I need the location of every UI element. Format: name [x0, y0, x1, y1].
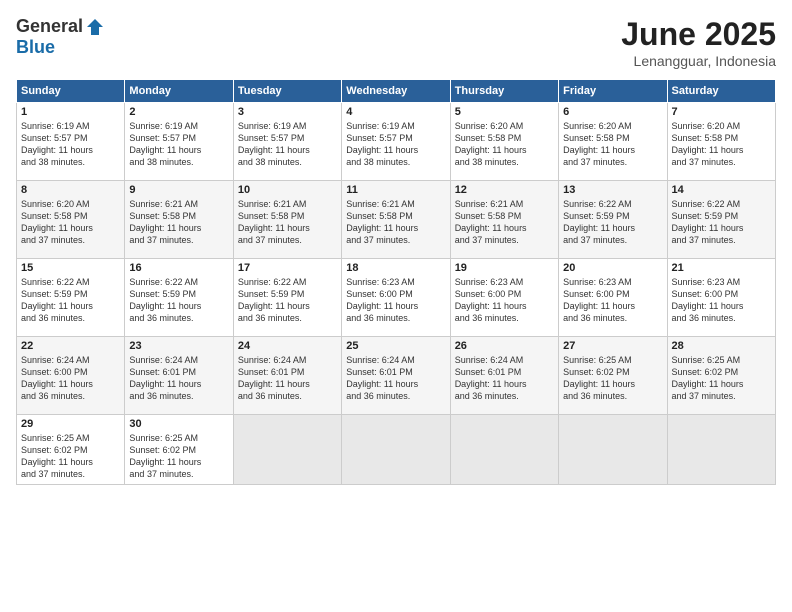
page-header: General Blue June 2025 Lenangguar, Indon…: [16, 16, 776, 69]
table-row: 22 Sunrise: 6:24 AM Sunset: 6:00 PM Dayl…: [17, 337, 125, 415]
table-row: [667, 415, 775, 485]
table-row: 29 Sunrise: 6:25 AM Sunset: 6:02 PM Dayl…: [17, 415, 125, 485]
table-row: 9 Sunrise: 6:21 AM Sunset: 5:58 PM Dayli…: [125, 181, 233, 259]
table-row: 7 Sunrise: 6:20 AM Sunset: 5:58 PM Dayli…: [667, 103, 775, 181]
table-row: 3 Sunrise: 6:19 AM Sunset: 5:57 PM Dayli…: [233, 103, 341, 181]
logo-general: General: [16, 16, 83, 37]
table-row: [342, 415, 450, 485]
table-row: 30 Sunrise: 6:25 AM Sunset: 6:02 PM Dayl…: [125, 415, 233, 485]
title-block: June 2025 Lenangguar, Indonesia: [621, 16, 776, 69]
table-row: 6 Sunrise: 6:20 AM Sunset: 5:58 PM Dayli…: [559, 103, 667, 181]
table-row: [559, 415, 667, 485]
logo-icon: [85, 17, 105, 37]
table-row: 13 Sunrise: 6:22 AM Sunset: 5:59 PM Dayl…: [559, 181, 667, 259]
col-monday: Monday: [125, 80, 233, 103]
col-wednesday: Wednesday: [342, 80, 450, 103]
table-row: 17 Sunrise: 6:22 AM Sunset: 5:59 PM Dayl…: [233, 259, 341, 337]
table-row: 27 Sunrise: 6:25 AM Sunset: 6:02 PM Dayl…: [559, 337, 667, 415]
table-row: 18 Sunrise: 6:23 AM Sunset: 6:00 PM Dayl…: [342, 259, 450, 337]
table-row: 10 Sunrise: 6:21 AM Sunset: 5:58 PM Dayl…: [233, 181, 341, 259]
col-thursday: Thursday: [450, 80, 558, 103]
table-row: 11 Sunrise: 6:21 AM Sunset: 5:58 PM Dayl…: [342, 181, 450, 259]
logo: General Blue: [16, 16, 105, 58]
col-saturday: Saturday: [667, 80, 775, 103]
table-row: 14 Sunrise: 6:22 AM Sunset: 5:59 PM Dayl…: [667, 181, 775, 259]
col-tuesday: Tuesday: [233, 80, 341, 103]
table-row: 24 Sunrise: 6:24 AM Sunset: 6:01 PM Dayl…: [233, 337, 341, 415]
calendar-table: Sunday Monday Tuesday Wednesday Thursday…: [16, 79, 776, 485]
table-row: 2 Sunrise: 6:19 AM Sunset: 5:57 PM Dayli…: [125, 103, 233, 181]
col-friday: Friday: [559, 80, 667, 103]
table-row: 21 Sunrise: 6:23 AM Sunset: 6:00 PM Dayl…: [667, 259, 775, 337]
table-row: 28 Sunrise: 6:25 AM Sunset: 6:02 PM Dayl…: [667, 337, 775, 415]
table-row: 16 Sunrise: 6:22 AM Sunset: 5:59 PM Dayl…: [125, 259, 233, 337]
col-sunday: Sunday: [17, 80, 125, 103]
table-row: 5 Sunrise: 6:20 AM Sunset: 5:58 PM Dayli…: [450, 103, 558, 181]
table-row: 25 Sunrise: 6:24 AM Sunset: 6:01 PM Dayl…: [342, 337, 450, 415]
table-row: 15 Sunrise: 6:22 AM Sunset: 5:59 PM Dayl…: [17, 259, 125, 337]
table-row: 26 Sunrise: 6:24 AM Sunset: 6:01 PM Dayl…: [450, 337, 558, 415]
table-row: 4 Sunrise: 6:19 AM Sunset: 5:57 PM Dayli…: [342, 103, 450, 181]
calendar-header-row: Sunday Monday Tuesday Wednesday Thursday…: [17, 80, 776, 103]
month-title: June 2025: [621, 16, 776, 53]
location-subtitle: Lenangguar, Indonesia: [621, 53, 776, 69]
table-row: [450, 415, 558, 485]
table-row: 20 Sunrise: 6:23 AM Sunset: 6:00 PM Dayl…: [559, 259, 667, 337]
table-row: 23 Sunrise: 6:24 AM Sunset: 6:01 PM Dayl…: [125, 337, 233, 415]
table-row: 19 Sunrise: 6:23 AM Sunset: 6:00 PM Dayl…: [450, 259, 558, 337]
table-row: 8 Sunrise: 6:20 AM Sunset: 5:58 PM Dayli…: [17, 181, 125, 259]
table-row: 12 Sunrise: 6:21 AM Sunset: 5:58 PM Dayl…: [450, 181, 558, 259]
table-row: 1 Sunrise: 6:19 AM Sunset: 5:57 PM Dayli…: [17, 103, 125, 181]
logo-blue: Blue: [16, 37, 55, 58]
table-row: [233, 415, 341, 485]
